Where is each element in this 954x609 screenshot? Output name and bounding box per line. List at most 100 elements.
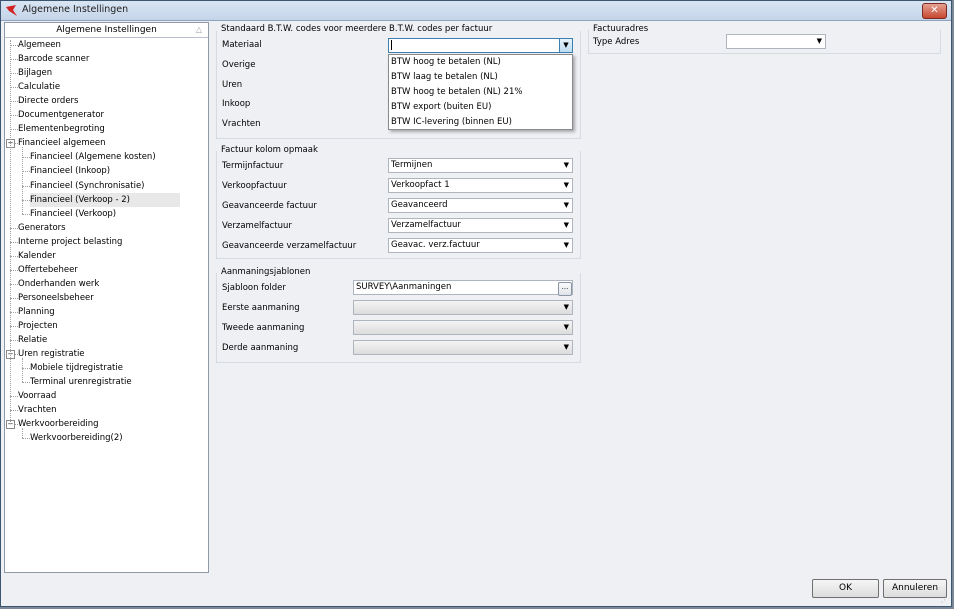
tree-item[interactable]: Planning <box>18 305 55 319</box>
tree-item[interactable]: Elementenbegroting <box>18 122 105 136</box>
dropdown-option[interactable]: BTW laag te betalen (NL) <box>389 70 572 85</box>
chevron-down-icon: ▼ <box>563 221 569 229</box>
text-caret <box>391 39 392 50</box>
derde-aanmaning-combo[interactable]: ▼ <box>353 340 573 355</box>
window-title: Algemene Instellingen <box>22 4 129 15</box>
tree-connector <box>10 59 18 61</box>
sort-ascending-icon: △ <box>195 25 202 34</box>
kolom-combo[interactable]: Verzamelfactuur ▼ <box>388 218 573 233</box>
derde-aanmaning-label: Derde aanmaning <box>222 343 299 353</box>
chevron-down-icon: ▼ <box>563 181 569 189</box>
tree-item[interactable]: Financieel algemeen <box>18 136 106 150</box>
inkoop-label: Inkoop <box>222 99 251 109</box>
tree-connector <box>10 269 18 271</box>
tree-connector <box>22 213 30 215</box>
tree-connector <box>22 185 30 187</box>
tree-item[interactable]: Financieel (Verkoop) <box>30 207 116 221</box>
tree-item[interactable]: Algemeen <box>18 38 61 52</box>
browse-button[interactable]: ... <box>558 282 572 296</box>
tree-item[interactable]: Barcode scanner <box>18 52 89 66</box>
tree-connector <box>10 326 18 327</box>
tree-connector <box>22 157 30 159</box>
tree-item[interactable]: Directe orders <box>18 94 78 108</box>
tree-item[interactable]: Financieel (Algemene kosten) <box>30 150 156 164</box>
tree-connector <box>22 199 30 201</box>
chevron-down-icon: ▼ <box>563 241 569 249</box>
cancel-button[interactable]: Annuleren <box>883 579 947 598</box>
tree-connector <box>10 129 18 131</box>
tree-connector <box>10 73 18 75</box>
chevron-down-icon: ▼ <box>563 343 569 351</box>
chevron-down-icon: ▼ <box>816 37 822 45</box>
tree-connector <box>10 227 18 229</box>
tree-header-label: Algemene Instellingen <box>56 25 157 35</box>
ok-button[interactable]: OK <box>812 579 879 598</box>
type-adres-combo[interactable]: ▼ <box>726 34 826 49</box>
eerste-aanmaning-label: Eerste aanmaning <box>222 303 300 313</box>
kolom-label: Termijnfactuur <box>222 161 284 171</box>
tree-connector <box>22 358 23 383</box>
tree-item[interactable]: Interne project belasting <box>18 235 122 249</box>
tree-item[interactable]: Relatie <box>18 333 47 347</box>
tree-item[interactable]: Documentgenerator <box>18 108 104 122</box>
close-button[interactable]: ✕ <box>922 3 947 19</box>
tree-item[interactable]: Uren registratie <box>18 347 85 361</box>
tree-item[interactable]: Vrachten <box>18 403 57 417</box>
type-adres-label: Type Adres <box>593 37 640 47</box>
eerste-aanmaning-combo[interactable]: ▼ <box>353 300 573 315</box>
tree-item[interactable]: Mobiele tijdregistratie <box>30 361 123 375</box>
tree-item[interactable]: Kalender <box>18 249 56 263</box>
kolom-label: Verzamelfactuur <box>222 221 292 231</box>
kolom-combo-value: Termijnen <box>391 160 433 170</box>
kolom-combo-value: Verzamelfactuur <box>391 220 461 230</box>
kolom-label: Verkoopfactuur <box>222 181 287 191</box>
tree-item[interactable]: Generators <box>18 221 66 235</box>
tree-item[interactable]: Werkvoorbereiding(2) <box>30 431 123 445</box>
tree-item[interactable]: Financieel (Verkoop - 2) <box>30 192 180 207</box>
overige-label: Overige <box>222 60 256 70</box>
dropdown-option[interactable]: BTW IC-levering (binnen EU) <box>389 115 572 130</box>
chevron-down-icon[interactable]: ▼ <box>559 39 572 52</box>
btw-dropdown-list[interactable]: BTW hoog te betalen (NL) BTW laag te beta… <box>388 54 573 130</box>
kolom-label: Geavanceerde factuur <box>222 201 317 211</box>
resize-grip-icon[interactable]: ⋰ <box>941 596 949 604</box>
chevron-down-icon: ▼ <box>563 303 569 311</box>
tree-connector <box>10 115 18 117</box>
tree-item[interactable]: Financieel (Inkoop) <box>30 164 110 178</box>
tree-connector <box>22 382 30 384</box>
tree-item[interactable]: Personeelsbeheer <box>18 291 94 305</box>
tree-connector <box>10 87 18 89</box>
tree-connector <box>10 283 18 285</box>
dropdown-option[interactable]: BTW export (buiten EU) <box>389 100 572 115</box>
vrachten-label: Vrachten <box>222 119 261 129</box>
tweede-aanmaning-combo[interactable]: ▼ <box>353 320 573 335</box>
tree-item[interactable]: Projecten <box>18 319 58 333</box>
tree-connector <box>22 428 23 439</box>
settings-window: Algemene Instellingen ✕ Algemene Instell… <box>0 0 952 607</box>
kolom-combo[interactable]: Geavanceerd ▼ <box>388 198 573 213</box>
tree-item[interactable]: Onderhanden werk <box>18 277 99 291</box>
tree-item[interactable]: Offertebeheer <box>18 263 78 277</box>
tree-connector <box>22 368 30 370</box>
dropdown-option[interactable]: BTW hoog te betalen (NL) <box>389 55 572 70</box>
materiaal-combo[interactable]: ▼ <box>388 38 573 53</box>
title-bar[interactable]: Algemene Instellingen ✕ <box>1 1 951 21</box>
tree-item[interactable]: Bijlagen <box>18 66 52 80</box>
tree-item[interactable]: Terminal urenregistratie <box>30 375 132 389</box>
tree-item[interactable]: Voorraad <box>18 389 56 403</box>
tree-item[interactable]: Financieel (Synchronisatie) <box>30 179 145 193</box>
sjabloon-folder-label: Sjabloon folder <box>222 283 286 293</box>
kolom-combo-value: Geavanceerd <box>391 200 448 210</box>
kolom-combo[interactable]: Termijnen ▼ <box>388 158 573 173</box>
kolom-combo[interactable]: Geavac. verz.factuur ▼ <box>388 238 573 253</box>
kolom-combo[interactable]: Verkoopfact 1 ▼ <box>388 178 573 193</box>
dropdown-option[interactable]: BTW hoog te betalen (NL) 21% <box>389 85 572 100</box>
tree-connector <box>10 340 18 342</box>
tree-connector <box>10 101 18 103</box>
tree-header[interactable]: Algemene Instellingen △ <box>5 23 208 38</box>
sjabloon-folder-input[interactable]: SURVEY\Aanmaningen <box>353 280 573 295</box>
tree-item[interactable]: Werkvoorbereiding <box>18 417 99 431</box>
tree-item[interactable]: Calculatie <box>18 80 60 94</box>
settings-tree[interactable]: Algemene Instellingen △ Algemeen Barcode … <box>4 22 209 573</box>
materiaal-label: Materiaal <box>222 40 262 50</box>
